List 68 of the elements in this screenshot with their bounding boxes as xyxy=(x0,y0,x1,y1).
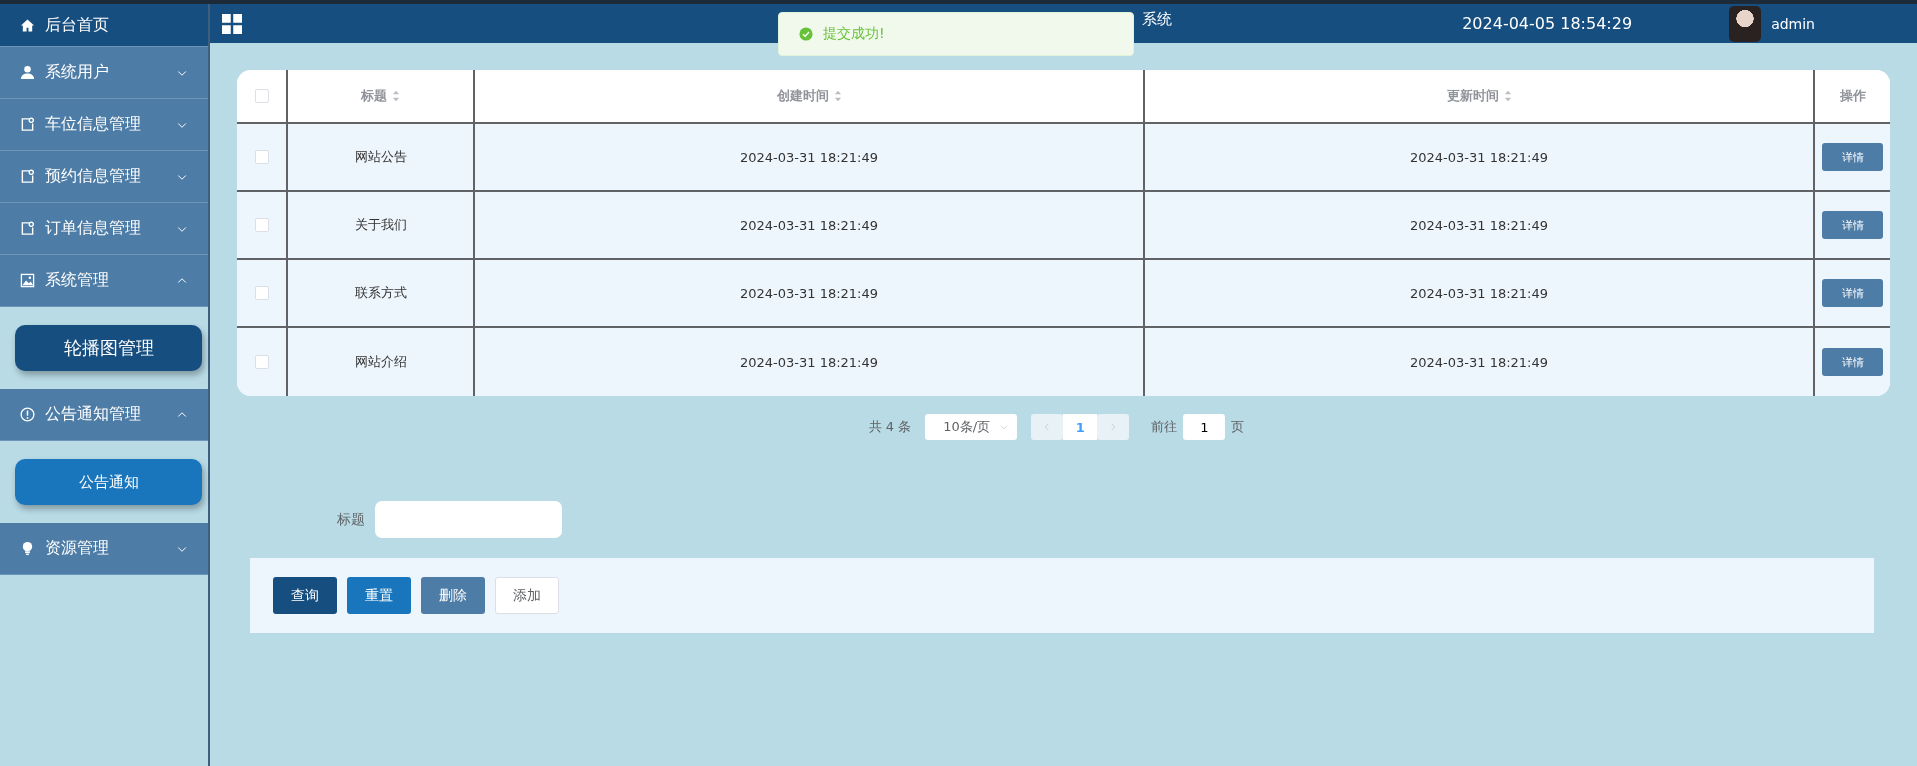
table-cell: 2024-03-31 18:21:49 xyxy=(739,217,879,233)
grid-menu-icon xyxy=(222,13,242,34)
chevron-down-icon xyxy=(999,422,1010,432)
next-page-button[interactable] xyxy=(1097,414,1130,440)
document-icon xyxy=(20,169,35,184)
user-avatar[interactable] xyxy=(1729,5,1762,42)
table-cell: 2024-03-31 18:21:49 xyxy=(1409,285,1549,301)
detail-button[interactable]: 详情 xyxy=(1822,211,1883,239)
image-icon xyxy=(20,273,35,288)
table-cell: 2024-03-31 18:21:49 xyxy=(739,149,879,165)
table-cell: 2024-03-31 18:21:49 xyxy=(1409,354,1549,370)
submenu-item[interactable]: 公告通知 xyxy=(15,459,202,505)
sidebar-item[interactable]: 预约信息管理 xyxy=(0,151,208,203)
table-cell: 关于我们 xyxy=(354,216,407,234)
column-header[interactable]: 创建时间 xyxy=(776,87,829,105)
table-cell: 2024-03-31 18:21:49 xyxy=(739,285,879,301)
user-icon xyxy=(20,65,35,80)
table-cell: 网站介绍 xyxy=(354,353,407,371)
username[interactable]: admin xyxy=(1771,15,1815,32)
table-cell: 网站公告 xyxy=(354,148,407,166)
checkbox[interactable] xyxy=(254,89,269,103)
toast-text: 提交成功! xyxy=(823,25,885,43)
bulb-icon xyxy=(20,541,35,556)
app-title: 系统 xyxy=(1142,10,1172,29)
sidebar-item[interactable]: 资源管理 xyxy=(0,523,208,575)
sidebar-item[interactable]: 系统管理 xyxy=(0,255,208,307)
header-datetime: 2024-04-05 18:54:29 xyxy=(1462,14,1633,33)
field-label: 标题 xyxy=(337,510,365,529)
column-header: 操作 xyxy=(1839,87,1866,105)
goto-label: 前往 xyxy=(1151,418,1178,436)
title-input-field[interactable] xyxy=(375,501,562,538)
reset-button[interactable]: 重置 xyxy=(347,577,411,614)
add-button[interactable]: 添加 xyxy=(495,577,559,614)
check-circle-icon xyxy=(799,27,813,41)
page-suffix: 页 xyxy=(1231,418,1245,436)
detail-button[interactable]: 详情 xyxy=(1822,279,1883,307)
query-button[interactable]: 查询 xyxy=(273,577,337,614)
page-number[interactable]: 1 xyxy=(1063,414,1098,440)
sidebar-item[interactable]: 后台首页 xyxy=(0,4,208,47)
sidebar-item[interactable]: 系统用户 xyxy=(0,47,208,99)
checkbox[interactable] xyxy=(254,218,269,232)
table-cell: 2024-03-31 18:21:49 xyxy=(1409,149,1549,165)
sidebar-item[interactable]: 车位信息管理 xyxy=(0,99,208,151)
info-icon xyxy=(20,407,35,422)
table-cell: 联系方式 xyxy=(354,284,407,302)
detail-button[interactable]: 详情 xyxy=(1822,143,1883,171)
column-header[interactable]: 更新时间 xyxy=(1446,87,1499,105)
goto-page-field[interactable]: 1 xyxy=(1183,414,1226,440)
home-icon xyxy=(20,17,35,33)
sort-icon[interactable] xyxy=(392,89,400,103)
checkbox[interactable] xyxy=(254,150,269,164)
page-size-select[interactable]: 10条/页 xyxy=(925,414,1018,440)
checkbox[interactable] xyxy=(254,355,269,369)
document-icon xyxy=(20,221,35,236)
delete-button[interactable]: 删除 xyxy=(421,577,485,614)
document-icon xyxy=(20,117,35,132)
table-cell: 2024-03-31 18:21:49 xyxy=(1409,217,1549,233)
sort-icon[interactable] xyxy=(833,89,842,103)
submenu-item[interactable]: 轮播图管理 xyxy=(15,325,202,371)
sidebar-item[interactable]: 公告通知管理 xyxy=(0,389,208,441)
detail-button[interactable]: 详情 xyxy=(1822,348,1883,376)
total-count: 共 4 条 xyxy=(868,418,912,436)
sidebar-item[interactable]: 订单信息管理 xyxy=(0,203,208,255)
sort-icon[interactable] xyxy=(1503,89,1512,103)
prev-page-button[interactable] xyxy=(1031,414,1064,440)
checkbox[interactable] xyxy=(254,286,269,300)
table-cell: 2024-03-31 18:21:49 xyxy=(739,354,879,370)
column-header[interactable]: 标题 xyxy=(361,87,387,105)
